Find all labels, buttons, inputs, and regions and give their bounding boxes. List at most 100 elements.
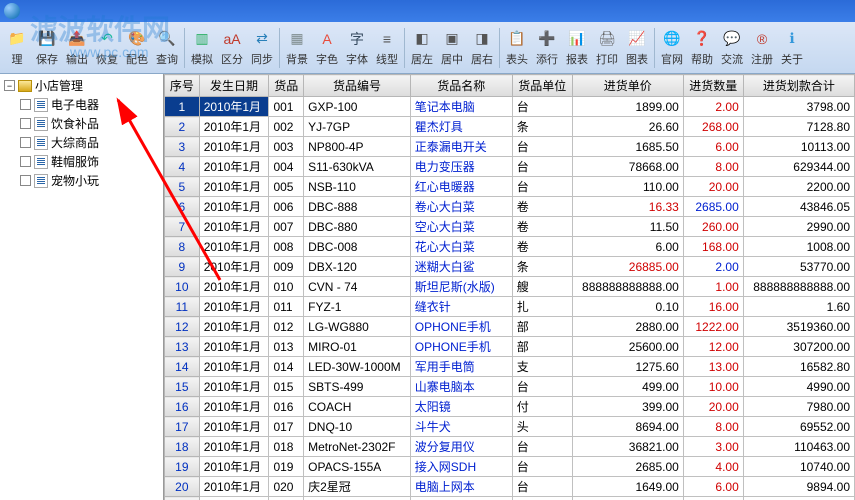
price-cell: 63.00 [572, 497, 683, 500]
table-row[interactable]: 172010年1月017DNQ-10斗牛犬头8694.008.0069552.0… [165, 417, 855, 437]
toolbar-线型[interactable]: ≡线型 [372, 24, 402, 72]
price-cell: 110.00 [572, 177, 683, 197]
cell: LG-WG880 [304, 317, 411, 337]
checkbox-icon[interactable] [20, 175, 31, 186]
table-row[interactable]: 12010年1月001GXP-100笔记本电脑台1899.002.003798.… [165, 97, 855, 117]
toolbar-字色[interactable]: A字色 [312, 24, 342, 72]
table-row[interactable]: 102010年1月010CVN - 74斯坦尼斯(水版)艘88888888888… [165, 277, 855, 297]
toolbar-separator [404, 28, 405, 68]
图表-icon: 📈 [627, 29, 647, 49]
居左-icon: ◧ [412, 29, 432, 49]
toolbar-模拟[interactable]: ▥模拟 [187, 24, 217, 72]
qty-cell: 3.00 [683, 437, 743, 457]
toolbar-恢复[interactable]: ↶恢复 [92, 24, 122, 72]
table-row[interactable]: 72010年1月007DBC-880空心大白菜卷11.50260.002990.… [165, 217, 855, 237]
checkbox-icon[interactable] [20, 99, 31, 110]
table-row[interactable]: 122010年1月012LG-WG880OPHONE手机部2880.001222… [165, 317, 855, 337]
table-row[interactable]: 22010年1月002YJ-7GP瞿杰灯具条26.60268.007128.80 [165, 117, 855, 137]
table-row[interactable]: 202010年1月020庆2星冠电脑上网本台1649.006.009894.00 [165, 477, 855, 497]
checkbox-icon[interactable] [20, 137, 31, 148]
toolbar-保存[interactable]: 💾保存 [32, 24, 62, 72]
qty-cell: 260.00 [683, 217, 743, 237]
checkbox-icon[interactable] [20, 118, 31, 129]
column-header[interactable]: 发生日期 [199, 75, 269, 97]
table-row[interactable]: 112010年1月011FYZ-1缝衣针扎0.1016.001.60 [165, 297, 855, 317]
查询-icon: 🔍 [157, 29, 177, 49]
toolbar-字体[interactable]: 字字体 [342, 24, 372, 72]
row-number: 15 [165, 377, 200, 397]
cell: 桶 [512, 497, 572, 500]
toolbar-背景[interactable]: ▦背景 [282, 24, 312, 72]
toolbar-官网[interactable]: 🌐官网 [657, 24, 687, 72]
column-header[interactable]: 进货数量 [683, 75, 743, 97]
total-cell: 7128.80 [743, 117, 854, 137]
data-grid[interactable]: 序号发生日期货品货品编号货品名称货品单位进货单价进货数量进货划款合计 12010… [164, 74, 855, 500]
cell: CVN - 74 [304, 277, 411, 297]
toolbar-注册[interactable]: ®注册 [747, 24, 777, 72]
total-cell: 2200.00 [743, 177, 854, 197]
product-name: 笔记本电脑 [410, 97, 512, 117]
column-header[interactable]: 序号 [165, 75, 200, 97]
column-header[interactable]: 货品编号 [304, 75, 411, 97]
toolbar-打印[interactable]: 🖨打印 [592, 24, 622, 72]
table-row[interactable]: 142010年1月014LED-30W-1000M军用手电筒支1275.6013… [165, 357, 855, 377]
toolbar-label: 恢复 [96, 51, 118, 67]
column-header[interactable]: 货品名称 [410, 75, 512, 97]
toolbar-label: 保存 [36, 51, 58, 67]
tree-item-饮食补品[interactable]: 饮食补品 [2, 114, 161, 133]
toolbar-表头[interactable]: 📋表头 [502, 24, 532, 72]
toolbar-添行[interactable]: ➕添行 [532, 24, 562, 72]
toolbar-输出[interactable]: 📤输出 [62, 24, 92, 72]
toolbar-图表[interactable]: 📈图表 [622, 24, 652, 72]
tree-item-宠物小玩[interactable]: 宠物小玩 [2, 171, 161, 190]
toolbar-居右[interactable]: ◨居右 [467, 24, 497, 72]
main-area: − 小店管理 电子电器饮食补品大综商品鞋帽服饰宠物小玩 序号发生日期货品货品编号… [0, 74, 855, 500]
线型-icon: ≡ [377, 29, 397, 49]
toolbar-label: 输出 [66, 51, 88, 67]
table-row[interactable]: 92010年1月009DBX-120迷糊大白鲨条26885.002.005377… [165, 257, 855, 277]
column-header[interactable]: 进货单价 [572, 75, 683, 97]
table-row[interactable]: 192010年1月019OPACS-155A接入网SDH台2685.004.00… [165, 457, 855, 477]
checkbox-icon[interactable] [20, 156, 31, 167]
toolbar-同步[interactable]: ⇄同步 [247, 24, 277, 72]
product-name: 电力变压器 [410, 157, 512, 177]
table-row[interactable]: 152010年1月015SBTS-499山寨电脑本台499.0010.00499… [165, 377, 855, 397]
tree-item-大综商品[interactable]: 大综商品 [2, 133, 161, 152]
toolbar-报表[interactable]: 📊报表 [562, 24, 592, 72]
total-cell: 110463.00 [743, 437, 854, 457]
toolbar-关于[interactable]: ℹ关于 [777, 24, 807, 72]
table-row[interactable]: 182010年1月018MetroNet-2302F波分复用仪台36821.00… [165, 437, 855, 457]
toolbar-配色[interactable]: 🎨配色 [122, 24, 152, 72]
table-row[interactable]: 212010年1月021安儿宝A+婴儿奶粉桶63.0034.002142.00 [165, 497, 855, 500]
table-row[interactable]: 42010年1月004S11-630kVA电力变压器台78668.008.006… [165, 157, 855, 177]
table-row[interactable]: 82010年1月008DBC-008花心大白菜卷6.00168.001008.0… [165, 237, 855, 257]
toolbar-理[interactable]: 📁理 [2, 24, 32, 72]
table-row[interactable]: 32010年1月003NP800-4P正泰漏电开关台1685.506.00101… [165, 137, 855, 157]
cell: 001 [269, 97, 304, 117]
toolbar-居左[interactable]: ◧居左 [407, 24, 437, 72]
tree-item-电子电器[interactable]: 电子电器 [2, 95, 161, 114]
column-header[interactable]: 进货划款合计 [743, 75, 854, 97]
tree-item-label: 大综商品 [51, 134, 99, 151]
关于-icon: ℹ [782, 29, 802, 49]
product-name: 电脑上网本 [410, 477, 512, 497]
toolbar-居中[interactable]: ▣居中 [437, 24, 467, 72]
table-row[interactable]: 132010年1月013MIRO-01OPHONE手机部25600.0012.0… [165, 337, 855, 357]
cell: MIRO-01 [304, 337, 411, 357]
tree-root-node[interactable]: − 小店管理 [2, 76, 161, 95]
table-row[interactable]: 62010年1月006DBC-888卷心大白菜卷16.332685.004384… [165, 197, 855, 217]
tree-item-鞋帽服饰[interactable]: 鞋帽服饰 [2, 152, 161, 171]
table-row[interactable]: 162010年1月016COACH太阳镜付399.0020.007980.00 [165, 397, 855, 417]
collapse-icon[interactable]: − [4, 80, 15, 91]
date-cell: 2010年1月 [199, 277, 269, 297]
column-header[interactable]: 货品 [269, 75, 304, 97]
product-name: 空心大白菜 [410, 217, 512, 237]
column-header[interactable]: 货品单位 [512, 75, 572, 97]
toolbar-帮助[interactable]: ❓帮助 [687, 24, 717, 72]
toolbar-查询[interactable]: 🔍查询 [152, 24, 182, 72]
total-cell: 16582.80 [743, 357, 854, 377]
toolbar-交流[interactable]: 💬交流 [717, 24, 747, 72]
price-cell: 1685.50 [572, 137, 683, 157]
toolbar-区分[interactable]: aA区分 [217, 24, 247, 72]
table-row[interactable]: 52010年1月005NSB-110红心电暖器台110.0020.002200.… [165, 177, 855, 197]
